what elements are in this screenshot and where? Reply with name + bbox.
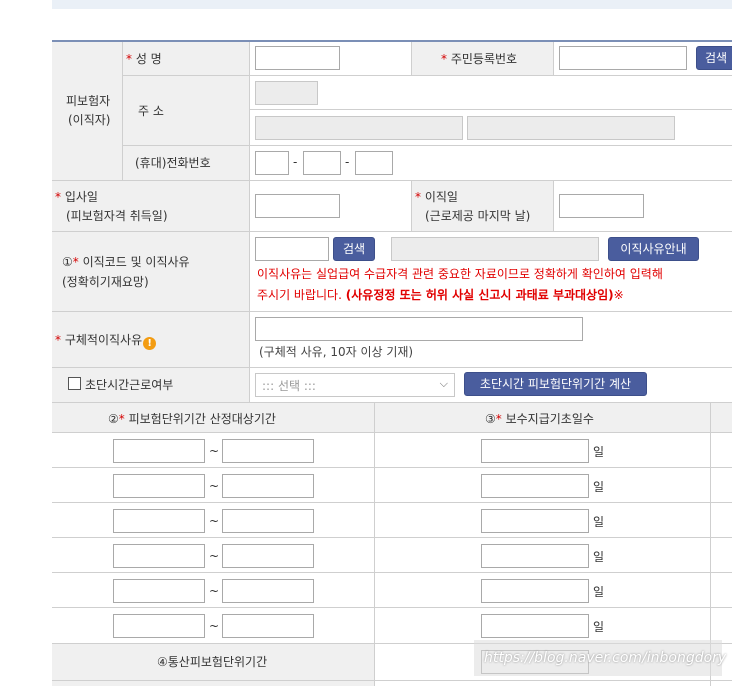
detail-reason-hint: (구체적 사유, 10자 이상 기재) <box>259 345 414 359</box>
day-unit: 일 <box>593 445 605 459</box>
phone-part3-input[interactable] <box>355 151 393 175</box>
insured-group-sublabel: (이직자) <box>68 113 111 127</box>
shortwork-checkbox-label[interactable]: 초단시간근로여부 <box>68 376 173 393</box>
period-start-input[interactable] <box>113 614 205 638</box>
tilde-separator: ~ <box>209 619 220 633</box>
phone-separator: - <box>293 155 298 169</box>
hire-date-input[interactable] <box>255 194 340 218</box>
day-unit: 일 <box>593 480 605 494</box>
watermark-overlay: https://blog.naver.com/inbongdory <box>474 640 726 676</box>
period-end-input[interactable] <box>222 579 314 603</box>
day-unit: 일 <box>593 515 605 529</box>
name-input[interactable] <box>255 46 340 70</box>
warning-icon: ! <box>143 337 157 350</box>
leave-date-label: * 이직일 <box>415 190 458 204</box>
period-start-input[interactable] <box>113 544 205 568</box>
pay-days-input[interactable] <box>481 439 589 463</box>
period-end-input[interactable] <box>222 544 314 568</box>
phone-separator: - <box>345 155 350 169</box>
day-unit: 일 <box>593 620 605 634</box>
leave-date-input[interactable] <box>559 194 644 218</box>
tilde-separator: ~ <box>209 514 220 528</box>
tilde-separator: ~ <box>209 444 220 458</box>
detail-reason-label: * 구체적이직사유! <box>55 331 157 350</box>
day-unit: 일 <box>593 550 605 564</box>
rrn-search-button[interactable]: 검색 <box>696 46 732 70</box>
total-period-label: ④통산피보험단위기간 <box>157 655 268 669</box>
period-col-header: ②* 피보험단위기간 산정대상기간 <box>108 412 276 426</box>
tilde-separator: ~ <box>209 479 220 493</box>
pay-days-input[interactable] <box>481 579 589 603</box>
tilde-separator: ~ <box>209 549 220 563</box>
reason-code-input[interactable] <box>255 237 329 261</box>
reason-name-field[interactable] <box>391 237 599 261</box>
tilde-separator: ~ <box>209 584 220 598</box>
phone-part2-input[interactable] <box>303 151 341 175</box>
reason-guide-button[interactable]: 이직사유안내 <box>608 237 699 261</box>
pay-days-input[interactable] <box>481 474 589 498</box>
detail-reason-input[interactable] <box>255 317 583 341</box>
period-start-input[interactable] <box>113 474 205 498</box>
period-start-input[interactable] <box>113 579 205 603</box>
period-end-input[interactable] <box>222 439 314 463</box>
period-end-input[interactable] <box>222 474 314 498</box>
insured-group-label: 피보험자 <box>66 94 111 108</box>
hire-date-label: * 입사일 <box>55 190 98 204</box>
reason-label-cell <box>52 231 249 311</box>
period-start-input[interactable] <box>113 439 205 463</box>
shortwork-select[interactable]: ::: 선택 ::: ⌵ <box>255 373 455 397</box>
rrn-input[interactable] <box>559 46 687 70</box>
day-unit: 일 <box>593 585 605 599</box>
period-end-input[interactable] <box>222 614 314 638</box>
top-banner-strip <box>52 0 732 9</box>
reason-warning-line2: 주시기 바랍니다. (사유정정 또는 허위 사실 신고시 과태료 부과대상임)※ <box>257 288 624 302</box>
period-end-input[interactable] <box>222 509 314 533</box>
address-field[interactable] <box>255 116 463 140</box>
leave-date-sublabel: (근로제공 마지막 날) <box>425 209 531 223</box>
period-start-input[interactable] <box>113 509 205 533</box>
shortwork-checkbox[interactable] <box>68 377 81 390</box>
rrn-label: * 주민등록번호 <box>441 52 518 66</box>
phone-label: (휴대)전화번호 <box>135 156 211 170</box>
pay-days-input[interactable] <box>481 509 589 533</box>
pay-days-input[interactable] <box>481 544 589 568</box>
name-label: * 성 명 <box>126 52 162 66</box>
pay-days-input[interactable] <box>481 614 589 638</box>
phone-part1-input[interactable] <box>255 151 289 175</box>
shortwork-calc-button[interactable]: 초단시간 피보험단위기간 계산 <box>464 372 647 396</box>
pay-days-col-header: ③* 보수지급기초일수 <box>485 412 594 426</box>
reason-search-button[interactable]: 검색 <box>333 237 375 261</box>
reason-warning-line1: 이직사유는 실업급여 수급자격 관련 중요한 자료이므로 정확하게 확인하여 입… <box>257 267 663 281</box>
reason-code-label: ①* 이직코드 및 이직사유 <box>62 255 190 269</box>
address-label: 주 소 <box>138 104 164 118</box>
hire-date-sublabel: (피보험자격 취득일) <box>66 209 168 223</box>
postcode-field[interactable] <box>255 81 318 105</box>
reason-code-sublabel: (정확히기재요망) <box>62 275 149 289</box>
chevron-down-icon: ⌵ <box>439 377 448 390</box>
address-detail-field[interactable] <box>467 116 675 140</box>
